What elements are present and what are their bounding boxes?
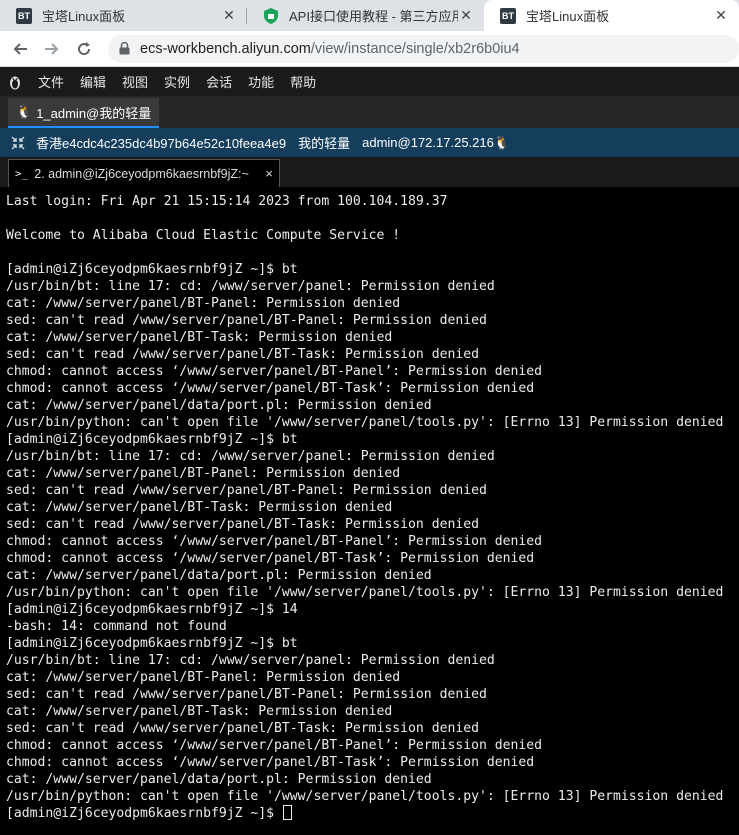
close-icon[interactable]: ✕	[458, 7, 474, 24]
menu-item-view[interactable]: 视图	[114, 72, 156, 91]
instance-region-id: 香港e4cdc4c235dc4b97b64e52c10feea4e9	[36, 136, 287, 151]
url-host: ecs-workbench.aliyun.com	[140, 40, 311, 57]
browser-tab-active[interactable]: BT 宝塔Linux面板 ✕	[484, 0, 739, 31]
terminal-line: /usr/bin/bt: line 17: cd: /www/server/pa…	[6, 279, 495, 294]
browser-tab[interactable]: BT 宝塔Linux面板 ✕	[0, 0, 247, 31]
terminal-line: chmod: cannot access ‘/www/server/panel/…	[6, 551, 535, 566]
url-path: /view/instance/single/xb2r6b0iu4	[310, 40, 520, 57]
menu-item-instance[interactable]: 实例	[156, 72, 198, 91]
menu-item-file[interactable]: 文件	[30, 72, 72, 91]
terminal-line: chmod: cannot access ‘/www/server/panel/…	[6, 738, 543, 753]
terminal-line: Welcome to Alibaba Cloud Elastic Compute…	[6, 228, 401, 243]
terminal-line: /usr/bin/python: can't open file '/www/s…	[6, 415, 724, 430]
lock-icon	[118, 42, 130, 56]
terminal-line: /usr/bin/python: can't open file '/www/s…	[6, 585, 724, 600]
terminal-line: sed: can't read /www/server/panel/BT-Tas…	[6, 721, 479, 736]
instance-login: admin@172.17.25.216🐧	[362, 135, 510, 151]
terminal-cursor	[282, 805, 292, 820]
terminal-line: [admin@iZj6ceyodpm6kaesrnbf9jZ ~]$ bt	[6, 432, 298, 447]
terminal-tab[interactable]: >_ 2. admin@iZj6ceyodpm6kaesrnbf9jZ:~ ×	[8, 159, 280, 187]
terminal-output[interactable]: Last login: Fri Apr 21 15:15:14 2023 fro…	[0, 187, 739, 835]
collapse-arrows-icon[interactable]	[0, 136, 36, 150]
terminal-line: chmod: cannot access ‘/www/server/panel/…	[6, 755, 535, 770]
browser-tab-title: 宝塔Linux面板	[42, 9, 126, 24]
address-bar[interactable]: ecs-workbench.aliyun.com/view/instance/s…	[108, 34, 739, 63]
terminal-line: cat: /www/server/panel/BT-Task: Permissi…	[6, 704, 393, 719]
terminal-line: cat: /www/server/panel/BT-Panel: Permiss…	[6, 296, 401, 311]
terminal-line: sed: can't read /www/server/panel/BT-Pan…	[6, 483, 487, 498]
session-tab[interactable]: 🐧 1_admin@我的轻量	[8, 98, 160, 128]
terminal-line: -bash: 14: command not found	[6, 619, 227, 634]
session-tab-bar: 🐧 1_admin@我的轻量	[0, 96, 739, 128]
session-tab-label: 1_admin@我的轻量	[36, 105, 152, 121]
browser-tab[interactable]: API接口使用教程 - 第三方应用 - ✕	[247, 0, 484, 31]
shield-icon	[263, 7, 279, 24]
terminal-line: cat: /www/server/panel/data/port.pl: Per…	[6, 568, 432, 583]
terminal-line: sed: can't read /www/server/panel/BT-Tas…	[6, 517, 479, 532]
terminal-line: /usr/bin/python: can't open file '/www/s…	[6, 789, 724, 804]
terminal-line: cat: /www/server/panel/BT-Panel: Permiss…	[6, 466, 401, 481]
close-icon[interactable]: ✕	[221, 7, 237, 24]
app-menubar: 文件 编辑 视图 实例 会话 功能 帮助	[0, 67, 739, 96]
terminal-line: sed: can't read /www/server/panel/BT-Tas…	[6, 347, 479, 362]
back-arrow-icon[interactable]	[4, 33, 36, 65]
terminal-line: cat: /www/server/panel/data/port.pl: Per…	[6, 772, 432, 787]
browser-tab-title: 宝塔Linux面板	[526, 9, 610, 24]
menu-item-session[interactable]: 会话	[198, 72, 240, 91]
penguin-icon	[0, 74, 30, 90]
instance-name: 我的轻量	[298, 136, 351, 151]
forward-arrow-icon[interactable]	[36, 33, 68, 65]
browser-tab-title: API接口使用教程 - 第三方应用 -	[289, 9, 458, 24]
terminal-line: /usr/bin/bt: line 17: cd: /www/server/pa…	[6, 653, 495, 668]
terminal-line: cat: /www/server/panel/BT-Panel: Permiss…	[6, 670, 401, 685]
penguin-icon: 🐧	[493, 134, 511, 150]
terminal-prompt: [admin@iZj6ceyodpm6kaesrnbf9jZ ~]$	[6, 806, 282, 821]
terminal-line: cat: /www/server/panel/BT-Task: Permissi…	[6, 500, 393, 515]
browser-tab-strip: BT 宝塔Linux面板 ✕ API接口使用教程 - 第三方应用 - ✕ BT …	[0, 0, 739, 31]
terminal-line: chmod: cannot access ‘/www/server/panel/…	[6, 534, 543, 549]
terminal-line: sed: can't read /www/server/panel/BT-Pan…	[6, 687, 487, 702]
penguin-icon: 🐧	[16, 104, 33, 119]
reload-icon[interactable]	[68, 33, 100, 65]
bt-favicon-icon: BT	[500, 7, 516, 24]
menu-item-help[interactable]: 帮助	[282, 72, 324, 91]
terminal-tab-bar: >_ 2. admin@iZj6ceyodpm6kaesrnbf9jZ:~ ×	[0, 157, 739, 187]
login-address: admin@172.17.25.216	[362, 134, 494, 150]
browser-toolbar: ecs-workbench.aliyun.com/view/instance/s…	[0, 31, 739, 67]
bt-favicon-icon: BT	[16, 7, 32, 24]
terminal-line: Last login: Fri Apr 21 15:15:14 2023 fro…	[6, 194, 448, 209]
close-icon[interactable]: ×	[265, 166, 273, 181]
menu-item-features[interactable]: 功能	[240, 72, 282, 91]
menu-item-edit[interactable]: 编辑	[72, 72, 114, 91]
terminal-line: cat: /www/server/panel/BT-Task: Permissi…	[6, 330, 393, 345]
terminal-line: /usr/bin/bt: line 17: cd: /www/server/pa…	[6, 449, 495, 464]
instance-info-bar: 香港e4cdc4c235dc4b97b64e52c10feea4e9 我的轻量 …	[0, 128, 739, 157]
terminal-line: chmod: cannot access ‘/www/server/panel/…	[6, 364, 543, 379]
terminal-prompt-line: [admin@iZj6ceyodpm6kaesrnbf9jZ ~]$	[6, 805, 739, 822]
close-icon[interactable]: ✕	[713, 7, 729, 24]
terminal-line: chmod: cannot access ‘/www/server/panel/…	[6, 381, 535, 396]
terminal-line: [admin@iZj6ceyodpm6kaesrnbf9jZ ~]$ 14	[6, 602, 298, 617]
terminal-tab-label: 2. admin@iZj6ceyodpm6kaesrnbf9jZ:~	[34, 166, 249, 181]
terminal-line: cat: /www/server/panel/data/port.pl: Per…	[6, 398, 432, 413]
terminal-line: [admin@iZj6ceyodpm6kaesrnbf9jZ ~]$ bt	[6, 636, 298, 651]
terminal-line: sed: can't read /www/server/panel/BT-Pan…	[6, 313, 487, 328]
terminal-prompt-icon: >_	[15, 167, 29, 180]
terminal-line: [admin@iZj6ceyodpm6kaesrnbf9jZ ~]$ bt	[6, 262, 298, 277]
